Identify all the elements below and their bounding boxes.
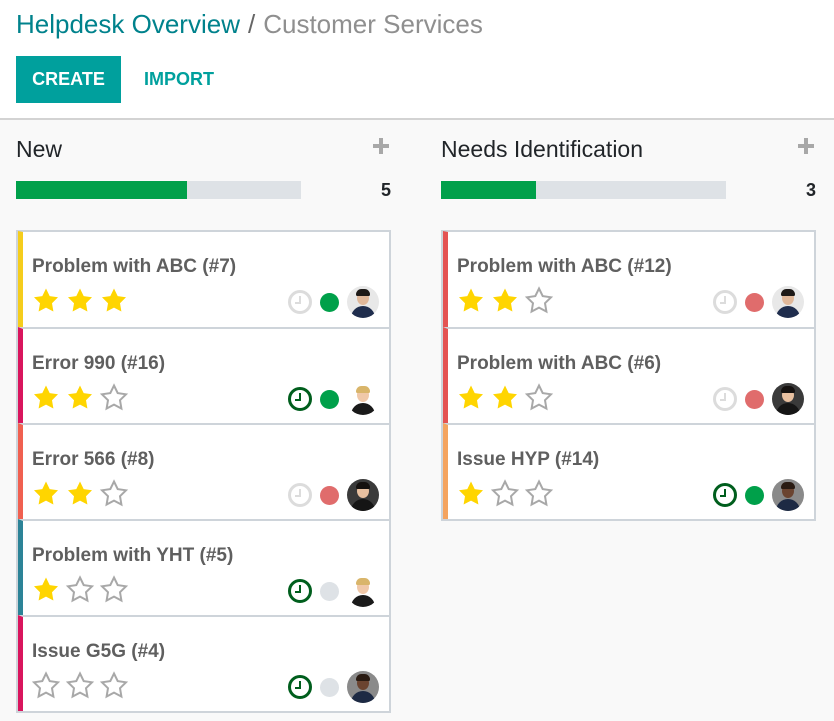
assignee-avatar[interactable] xyxy=(347,671,379,703)
star-filled-icon[interactable] xyxy=(65,479,95,509)
ticket-card[interactable]: Error 990 (#16) xyxy=(18,327,389,423)
star-empty-icon[interactable] xyxy=(524,479,554,509)
star-filled-icon[interactable] xyxy=(456,479,486,509)
progress-fill xyxy=(16,181,187,199)
activity-clock-icon[interactable] xyxy=(713,483,737,507)
card-indicators xyxy=(713,383,804,415)
ticket-card[interactable]: Error 566 (#8) xyxy=(18,423,389,519)
star-empty-icon[interactable] xyxy=(490,479,520,509)
ticket-title: Issue G5G (#4) xyxy=(32,641,166,662)
star-empty-icon[interactable] xyxy=(99,575,129,605)
assignee-avatar[interactable] xyxy=(347,575,379,607)
star-filled-icon[interactable] xyxy=(99,286,129,316)
ticket-title: Error 990 (#16) xyxy=(32,353,166,374)
activity-clock-icon[interactable] xyxy=(713,290,737,314)
activity-clock-icon[interactable] xyxy=(288,579,312,603)
star-filled-icon[interactable] xyxy=(31,286,61,316)
ticket-title: Problem with ABC (#6) xyxy=(457,353,662,374)
activity-clock-icon[interactable] xyxy=(288,387,312,411)
ticket-title: Problem with ABC (#12) xyxy=(457,256,672,277)
priority-stars xyxy=(31,383,129,413)
add-icon[interactable] xyxy=(371,136,391,156)
star-empty-icon[interactable] xyxy=(65,671,95,701)
ticket-title: Issue HYP (#14) xyxy=(457,449,600,470)
kanban-state-dot[interactable] xyxy=(320,389,339,409)
star-filled-icon[interactable] xyxy=(31,383,61,413)
kanban-state-dot[interactable] xyxy=(320,292,339,312)
star-filled-icon[interactable] xyxy=(31,575,61,605)
import-button[interactable]: IMPORT xyxy=(128,56,230,103)
kanban-state-dot[interactable] xyxy=(745,485,764,505)
priority-stars xyxy=(456,383,554,413)
column-progress-bar[interactable] xyxy=(16,181,301,199)
column-count: 3 xyxy=(805,180,816,200)
column-title: New xyxy=(16,136,63,162)
ticket-card[interactable]: Problem with ABC (#6) xyxy=(443,327,814,423)
card-list: Problem with ABC (#7) Error 990 (#16) Erro… xyxy=(16,230,391,713)
ticket-title: Error 566 (#8) xyxy=(32,449,155,470)
ticket-card[interactable]: Problem with ABC (#12) xyxy=(443,231,814,327)
priority-stars xyxy=(31,286,129,316)
column-progress-bar[interactable] xyxy=(441,181,726,199)
priority-stars xyxy=(31,575,129,605)
star-filled-icon[interactable] xyxy=(456,383,486,413)
breadcrumb-helpdesk-overview[interactable]: Helpdesk Overview xyxy=(16,9,240,39)
kanban-state-dot[interactable] xyxy=(745,389,764,409)
progress-fill xyxy=(441,181,536,199)
star-filled-icon[interactable] xyxy=(65,286,95,316)
star-empty-icon[interactable] xyxy=(99,671,129,701)
star-filled-icon[interactable] xyxy=(456,286,486,316)
card-indicators xyxy=(713,479,804,511)
column-title: Needs Identification xyxy=(441,136,644,162)
activity-clock-icon[interactable] xyxy=(288,675,312,699)
assignee-avatar[interactable] xyxy=(772,479,804,511)
star-filled-icon[interactable] xyxy=(490,286,520,316)
priority-stars xyxy=(456,286,554,316)
card-indicators xyxy=(288,479,379,511)
star-filled-icon[interactable] xyxy=(65,383,95,413)
card-indicators xyxy=(288,286,379,318)
card-list: Problem with ABC (#12) Problem with ABC (… xyxy=(441,230,816,521)
ticket-card[interactable]: Issue HYP (#14) xyxy=(443,423,814,519)
breadcrumb-current: Customer Services xyxy=(263,9,483,39)
column-count: 5 xyxy=(380,180,391,200)
ticket-card[interactable]: Issue G5G (#4) xyxy=(18,615,389,711)
priority-stars xyxy=(31,671,129,701)
star-empty-icon[interactable] xyxy=(99,383,129,413)
activity-clock-icon[interactable] xyxy=(713,387,737,411)
assignee-avatar[interactable] xyxy=(347,383,379,415)
kanban-state-dot[interactable] xyxy=(745,292,764,312)
assignee-avatar[interactable] xyxy=(772,383,804,415)
breadcrumb: Helpdesk Overview / Customer Services xyxy=(16,8,483,40)
create-button[interactable]: CREATE xyxy=(16,56,121,103)
assignee-avatar[interactable] xyxy=(347,479,379,511)
star-empty-icon[interactable] xyxy=(99,479,129,509)
priority-stars xyxy=(456,479,554,509)
activity-clock-icon[interactable] xyxy=(288,483,312,507)
activity-clock-icon[interactable] xyxy=(288,290,312,314)
star-empty-icon[interactable] xyxy=(524,286,554,316)
star-empty-icon[interactable] xyxy=(524,383,554,413)
star-empty-icon[interactable] xyxy=(31,671,61,701)
kanban-state-dot[interactable] xyxy=(320,677,339,697)
ticket-card[interactable]: Problem with ABC (#7) xyxy=(18,231,389,327)
add-icon[interactable] xyxy=(796,136,816,156)
card-indicators xyxy=(713,286,804,318)
kanban-state-dot[interactable] xyxy=(320,485,339,505)
star-filled-icon[interactable] xyxy=(490,383,520,413)
card-indicators xyxy=(288,671,379,703)
kanban-state-dot[interactable] xyxy=(320,581,339,601)
assignee-avatar[interactable] xyxy=(347,286,379,318)
star-filled-icon[interactable] xyxy=(31,479,61,509)
ticket-card[interactable]: Problem with YHT (#5) xyxy=(18,519,389,615)
control-panel: Helpdesk Overview / Customer Services CREA… xyxy=(0,0,834,120)
card-indicators xyxy=(288,575,379,607)
ticket-title: Problem with YHT (#5) xyxy=(32,545,234,566)
ticket-title: Problem with ABC (#7) xyxy=(32,256,237,277)
assignee-avatar[interactable] xyxy=(772,286,804,318)
breadcrumb-separator: / xyxy=(247,9,256,39)
star-empty-icon[interactable] xyxy=(65,575,95,605)
priority-stars xyxy=(31,479,129,509)
card-indicators xyxy=(288,383,379,415)
